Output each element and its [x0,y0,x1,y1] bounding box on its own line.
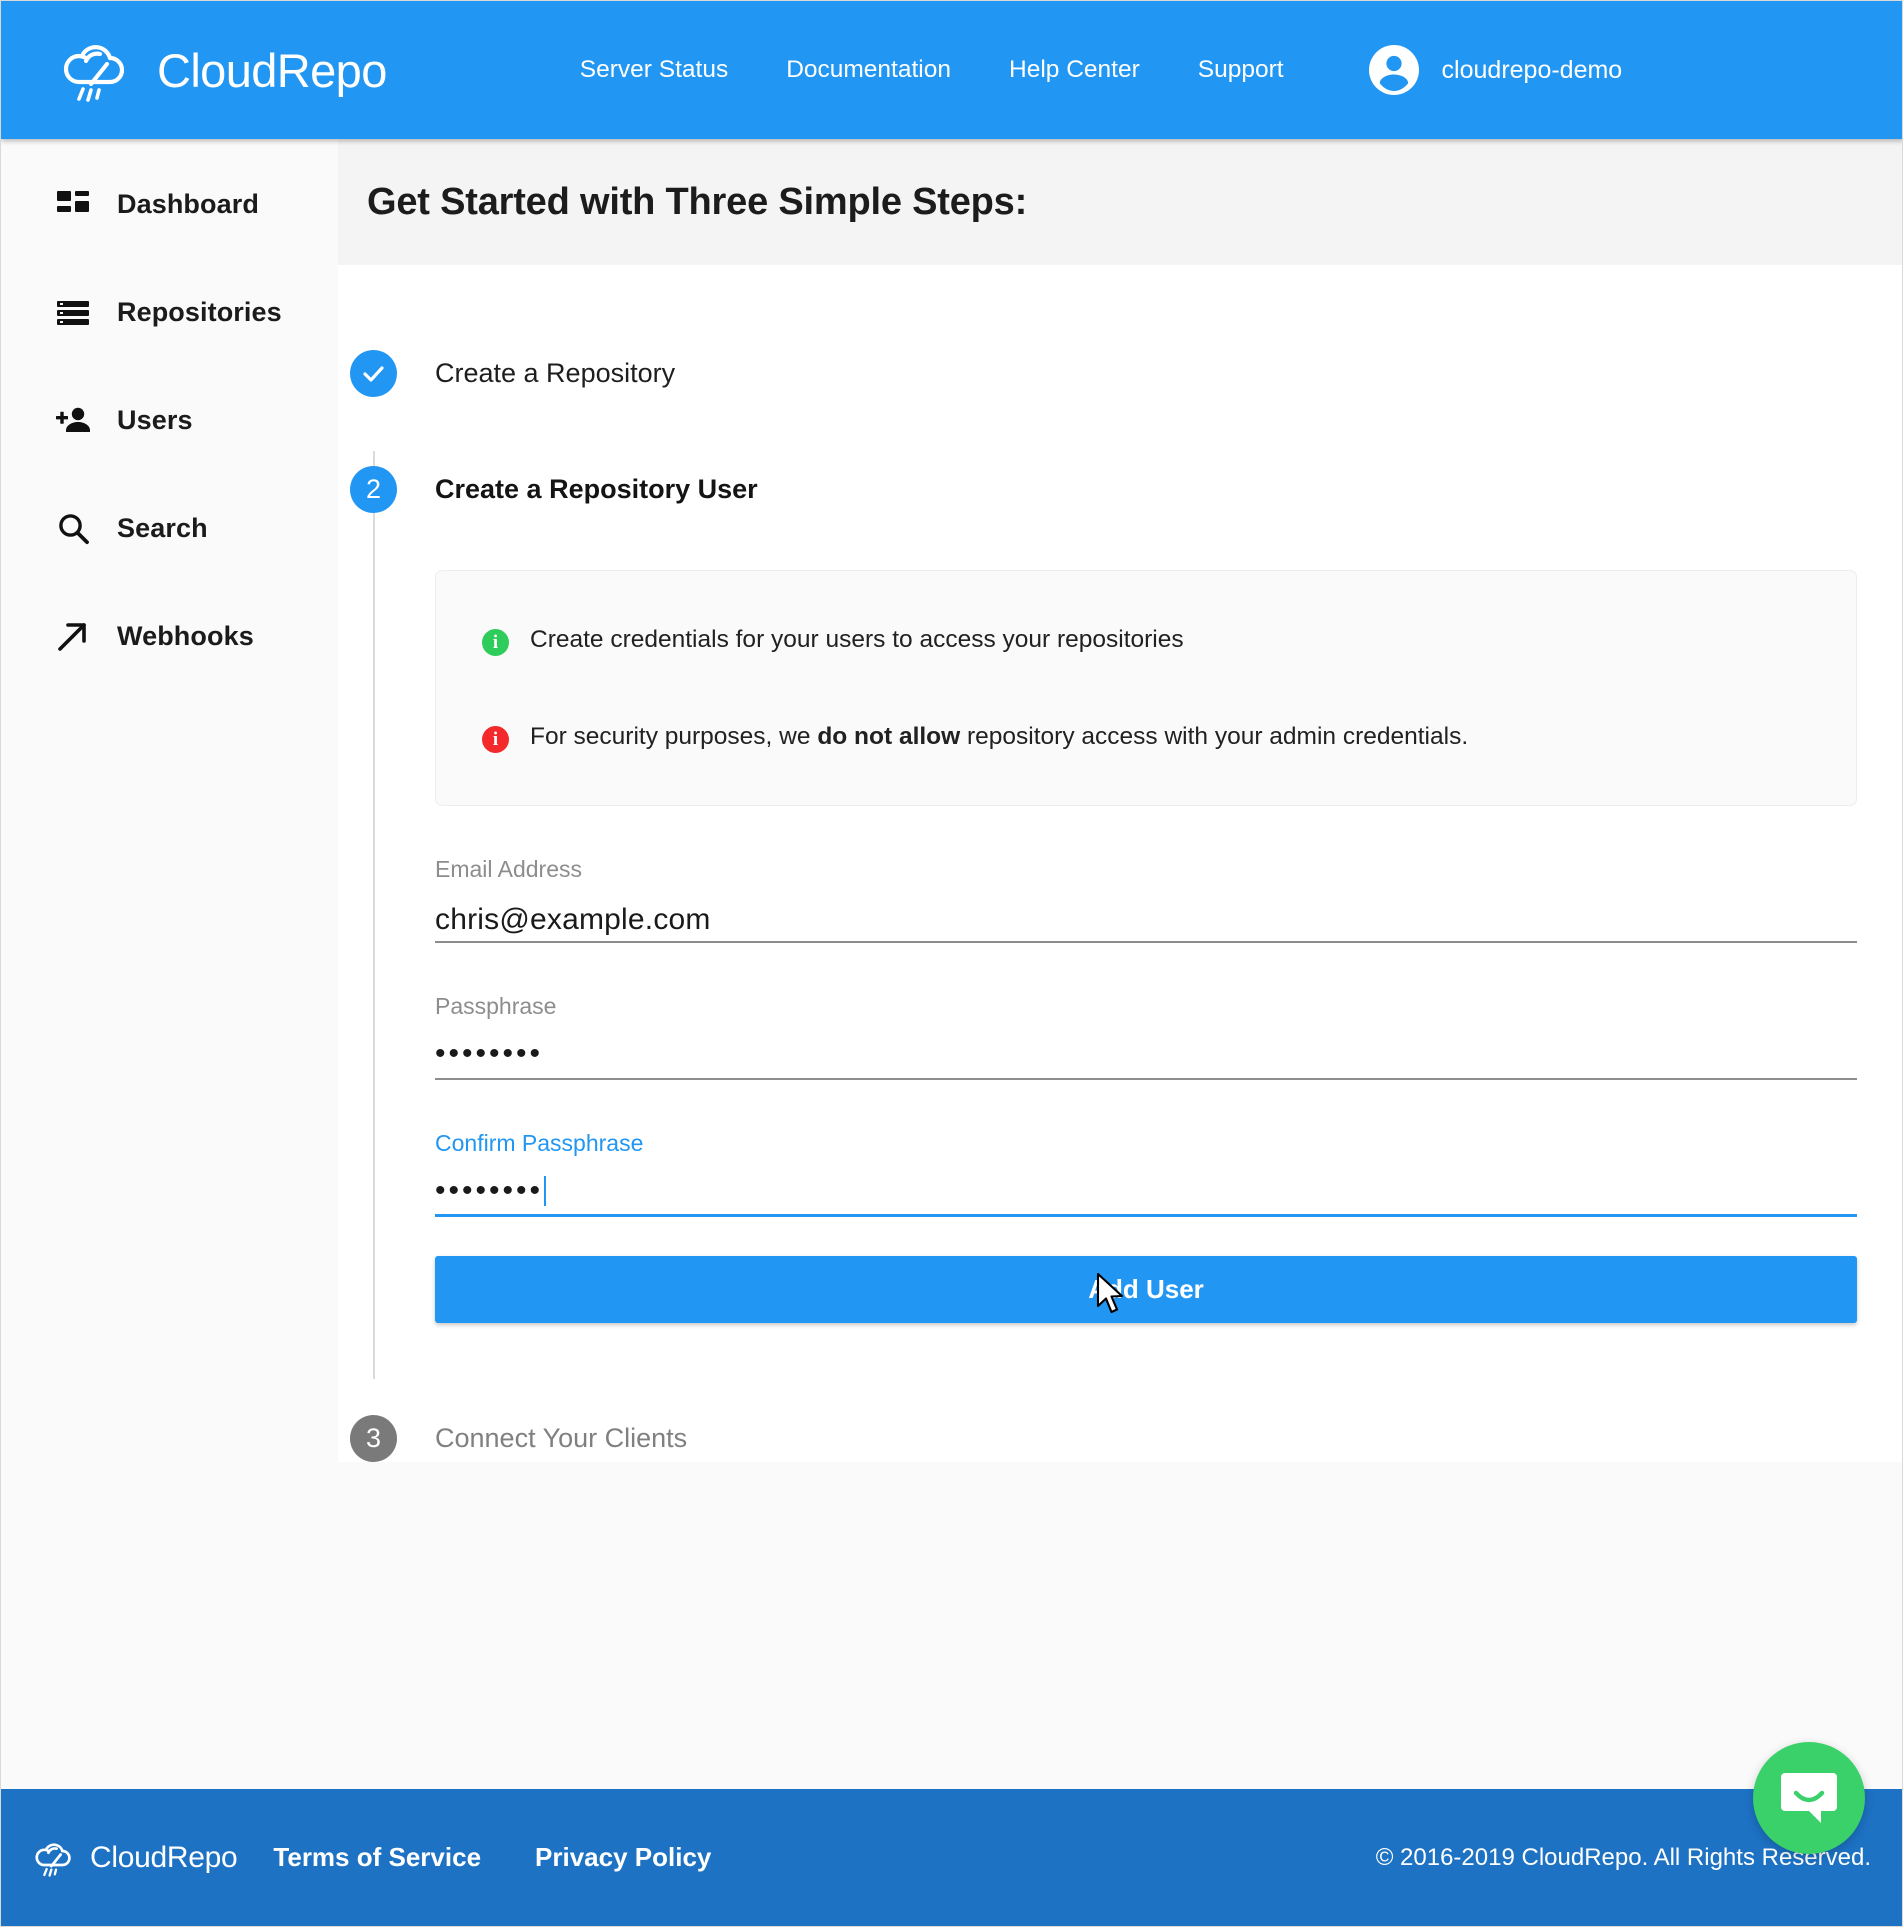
email-input[interactable]: chris@example.com [435,897,1857,943]
step-2-body: i Create credentials for your users to a… [435,570,1857,1323]
step-2-bullet: 2 [350,466,397,513]
onboarding-stepper: Create a Repository 2 Create a Repositor… [338,265,1902,1462]
onboarding-card: Create a Repository 2 Create a Repositor… [338,265,1902,1462]
top-navigation-bar: CloudRepo Server Status Documentation He… [1,1,1902,139]
search-icon [55,511,91,547]
nav-help-center[interactable]: Help Center [1009,56,1140,84]
arrow-outward-icon [55,619,91,655]
header-brand-name: CloudRepo [157,43,387,97]
sidebar-item-label-users: Users [117,405,193,435]
main-content: Get Started with Three Simple Steps: Cre… [338,139,1902,1791]
sidebar-item-webhooks[interactable]: Webhooks [1,608,338,665]
step-2-label: Create a Repository User [435,474,758,504]
create-repository-user-form: Email Address chris@example.com Passphra… [435,856,1857,1323]
nav-documentation[interactable]: Documentation [786,56,951,84]
sidebar-item-repositories[interactable]: Repositories [1,284,338,341]
sidebar-item-label-webhooks: Webhooks [117,621,254,651]
confirm-passphrase-field-label: Confirm Passphrase [435,1130,644,1156]
info-line-credentials: i Create credentials for your users to a… [482,625,1810,656]
field-spacer-1 [435,943,1857,993]
info-text-security: For security purposes, we do not allow r… [530,723,1469,750]
dashboard-icon [55,187,91,223]
sidebar-item-label-repositories: Repositories [117,297,282,327]
footer-brand-name: CloudRepo [90,1840,238,1874]
info-text-credentials: Create credentials for your users to acc… [530,626,1184,653]
confirm-passphrase-value: •••••••• [435,1174,544,1207]
sidebar-item-dashboard[interactable]: Dashboard [1,176,338,233]
app-root: CloudRepo Server Status Documentation He… [0,0,1903,1927]
cloud-logo-icon [53,34,145,106]
sidebar-item-search[interactable]: Search [1,500,338,557]
account-circle-icon [1368,44,1420,96]
confirm-passphrase-field-group: Confirm Passphrase •••••••• [435,1130,1857,1217]
passphrase-field-group: Passphrase •••••••• [435,993,1857,1080]
info-badge-green: i [482,629,509,656]
info-badge-red: i [482,726,509,753]
chat-launcher-button[interactable] [1753,1742,1865,1854]
footer-brand-link[interactable]: CloudRepo [29,1837,238,1879]
sidebar: Dashboard Repositories Users Search Webh… [1,139,338,1791]
step-3-label: Connect Your Clients [435,1423,688,1453]
email-field-label: Email Address [435,856,583,882]
page-title: Get Started with Three Simple Steps: [367,180,1028,223]
sidebar-item-label-search: Search [117,513,208,543]
sidebar-item-label-dashboard: Dashboard [117,189,259,219]
storage-icon [55,295,91,331]
step-connector-2 [373,567,375,1379]
step-3-connect-your-clients[interactable]: 3 Connect Your Clients [338,1415,1902,1462]
step-3-bullet: 3 [350,1415,397,1462]
passphrase-field-label: Passphrase [435,993,557,1019]
info-panel: i Create credentials for your users to a… [435,570,1857,806]
page-header: Get Started with Three Simple Steps: [338,139,1902,265]
step-1-label: Create a Repository [435,358,676,388]
step-1-create-a-repository[interactable]: Create a Repository [338,350,1902,397]
sidebar-item-users[interactable]: Users [1,392,338,449]
footer-links: Terms of Service Privacy Policy [273,1842,711,1873]
field-spacer-2 [435,1080,1857,1130]
info-line-security: i For security purposes, we do not allow… [482,722,1810,753]
check-icon [360,360,387,387]
chat-bubble-smile-icon [1779,1769,1839,1827]
account-menu[interactable]: cloudrepo-demo [1368,44,1623,96]
step-1-bullet [350,350,397,397]
header-nav: Server Status Documentation Help Center … [580,56,1284,84]
add-user-button[interactable]: Add User [435,1256,1857,1323]
passphrase-input[interactable]: •••••••• [435,1034,1857,1080]
nav-support[interactable]: Support [1198,56,1284,84]
footer-link-privacy-policy[interactable]: Privacy Policy [535,1842,711,1873]
header-brand-link[interactable]: CloudRepo [53,34,387,106]
step-2-create-a-repository-user[interactable]: 2 Create a Repository User [338,466,1902,513]
text-caret [544,1176,547,1206]
account-name: cloudrepo-demo [1441,55,1623,84]
confirm-passphrase-input[interactable]: •••••••• [435,1171,1857,1217]
nav-server-status[interactable]: Server Status [580,56,728,84]
email-field-group: Email Address chris@example.com [435,856,1857,943]
person-add-icon [55,403,91,439]
cloud-logo-icon [29,1837,83,1879]
footer-link-terms-of-service[interactable]: Terms of Service [273,1842,481,1873]
footer: CloudRepo Terms of Service Privacy Polic… [1,1789,1902,1926]
